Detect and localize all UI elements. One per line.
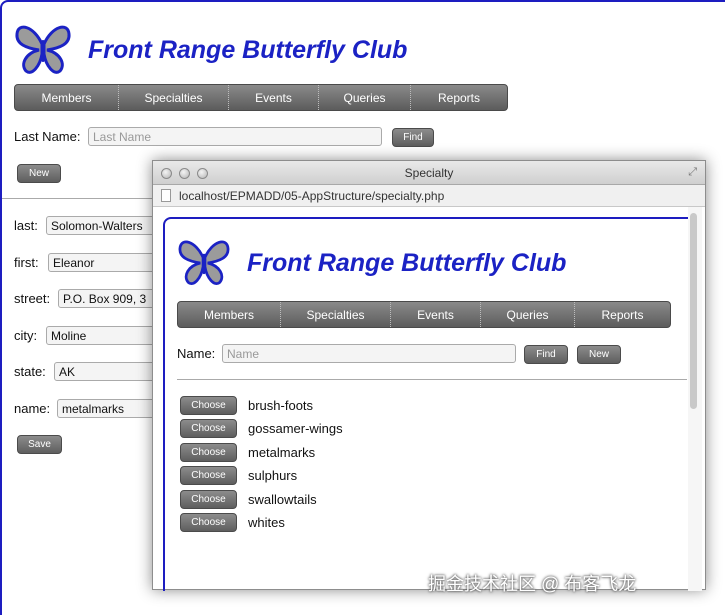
popup-new-button[interactable]: New [577, 345, 621, 364]
choose-button[interactable]: Choose [180, 396, 237, 415]
list-item: Choose swallowtails [180, 490, 317, 509]
find-button[interactable]: Find [392, 128, 434, 147]
site-title: Front Range Butterfly Club [88, 35, 408, 64]
choose-button[interactable]: Choose [180, 513, 237, 532]
nav-specialties[interactable]: Specialties [119, 85, 229, 110]
first-field[interactable]: Eleanor [48, 253, 168, 272]
popup-site-title: Front Range Butterfly Club [247, 248, 567, 277]
nav-queries[interactable]: Queries [481, 302, 575, 327]
name-field[interactable]: metalmarks [57, 399, 167, 418]
specialty-window: Specialty ⤢ localhost/EPMADD/05-AppStruc… [152, 160, 706, 591]
first-label: first: [14, 255, 39, 270]
choose-button[interactable]: Choose [180, 490, 237, 509]
popup-site-header: Front Range Butterfly Club [177, 239, 566, 287]
last-field[interactable]: Solomon-Walters [46, 216, 166, 235]
nav-reports[interactable]: Reports [575, 302, 670, 327]
name-label: name: [14, 401, 51, 416]
main-navbar: Members Specialties Events Queries Repor… [14, 84, 508, 111]
popup-find-button[interactable]: Find [524, 345, 568, 364]
list-item: Choose brush-foots [180, 396, 313, 415]
list-item-label: gossamer-wings [248, 421, 343, 436]
main-divider [2, 198, 154, 199]
butterfly-logo-icon [178, 240, 230, 285]
nav-members[interactable]: Members [15, 85, 119, 110]
nav-members[interactable]: Members [178, 302, 281, 327]
list-item-label: whites [248, 515, 285, 530]
nav-queries[interactable]: Queries [319, 85, 411, 110]
choose-button[interactable]: Choose [180, 443, 237, 462]
url-text[interactable]: localhost/EPMADD/05-AppStructure/special… [179, 189, 444, 203]
vertical-scrollbar[interactable] [688, 207, 702, 591]
city-field[interactable]: Moline [46, 326, 166, 345]
choose-button[interactable]: Choose [180, 466, 237, 485]
city-label: city: [14, 328, 38, 343]
popup-navbar: Members Specialties Events Queries Repor… [177, 301, 671, 328]
list-item-label: brush-foots [248, 398, 314, 413]
scrollbar-thumb[interactable] [690, 213, 697, 409]
nav-events[interactable]: Events [391, 302, 481, 327]
state-field[interactable]: AK [54, 362, 166, 381]
nav-events[interactable]: Events [229, 85, 319, 110]
list-item-label: swallowtails [248, 492, 317, 507]
list-item-label: metalmarks [248, 445, 316, 460]
last-label: last: [14, 218, 38, 233]
resize-icon[interactable]: ⤢ [688, 166, 697, 179]
list-item: Choose sulphurs [180, 466, 297, 485]
save-button[interactable]: Save [17, 435, 62, 454]
watermark-text: 掘金技术社区 @ 布客飞龙 [428, 574, 637, 594]
popup-content: Front Range Butterfly Club Members Speci… [163, 217, 693, 591]
popup-name-input[interactable]: Name [222, 344, 516, 363]
popup-name-label: Name: [177, 346, 216, 361]
street-label: street: [14, 291, 51, 306]
new-button[interactable]: New [17, 164, 61, 183]
state-label: state: [14, 364, 46, 379]
last-name-label: Last Name: [14, 129, 81, 144]
nav-specialties[interactable]: Specialties [281, 302, 391, 327]
list-item: Choose whites [180, 513, 285, 532]
nav-reports[interactable]: Reports [411, 85, 507, 110]
page-icon [161, 189, 171, 202]
window-titlebar[interactable]: Specialty ⤢ [153, 161, 705, 185]
popup-divider [177, 379, 687, 380]
butterfly-logo-icon [15, 25, 71, 74]
url-bar[interactable]: localhost/EPMADD/05-AppStructure/special… [153, 185, 705, 207]
list-item-label: sulphurs [248, 468, 298, 483]
list-item: Choose metalmarks [180, 443, 315, 462]
window-title: Specialty [404, 166, 454, 180]
list-item: Choose gossamer-wings [180, 419, 343, 438]
last-name-input[interactable]: Last Name [88, 127, 382, 146]
choose-button[interactable]: Choose [180, 419, 237, 438]
site-header: Front Range Butterfly Club [14, 24, 407, 76]
